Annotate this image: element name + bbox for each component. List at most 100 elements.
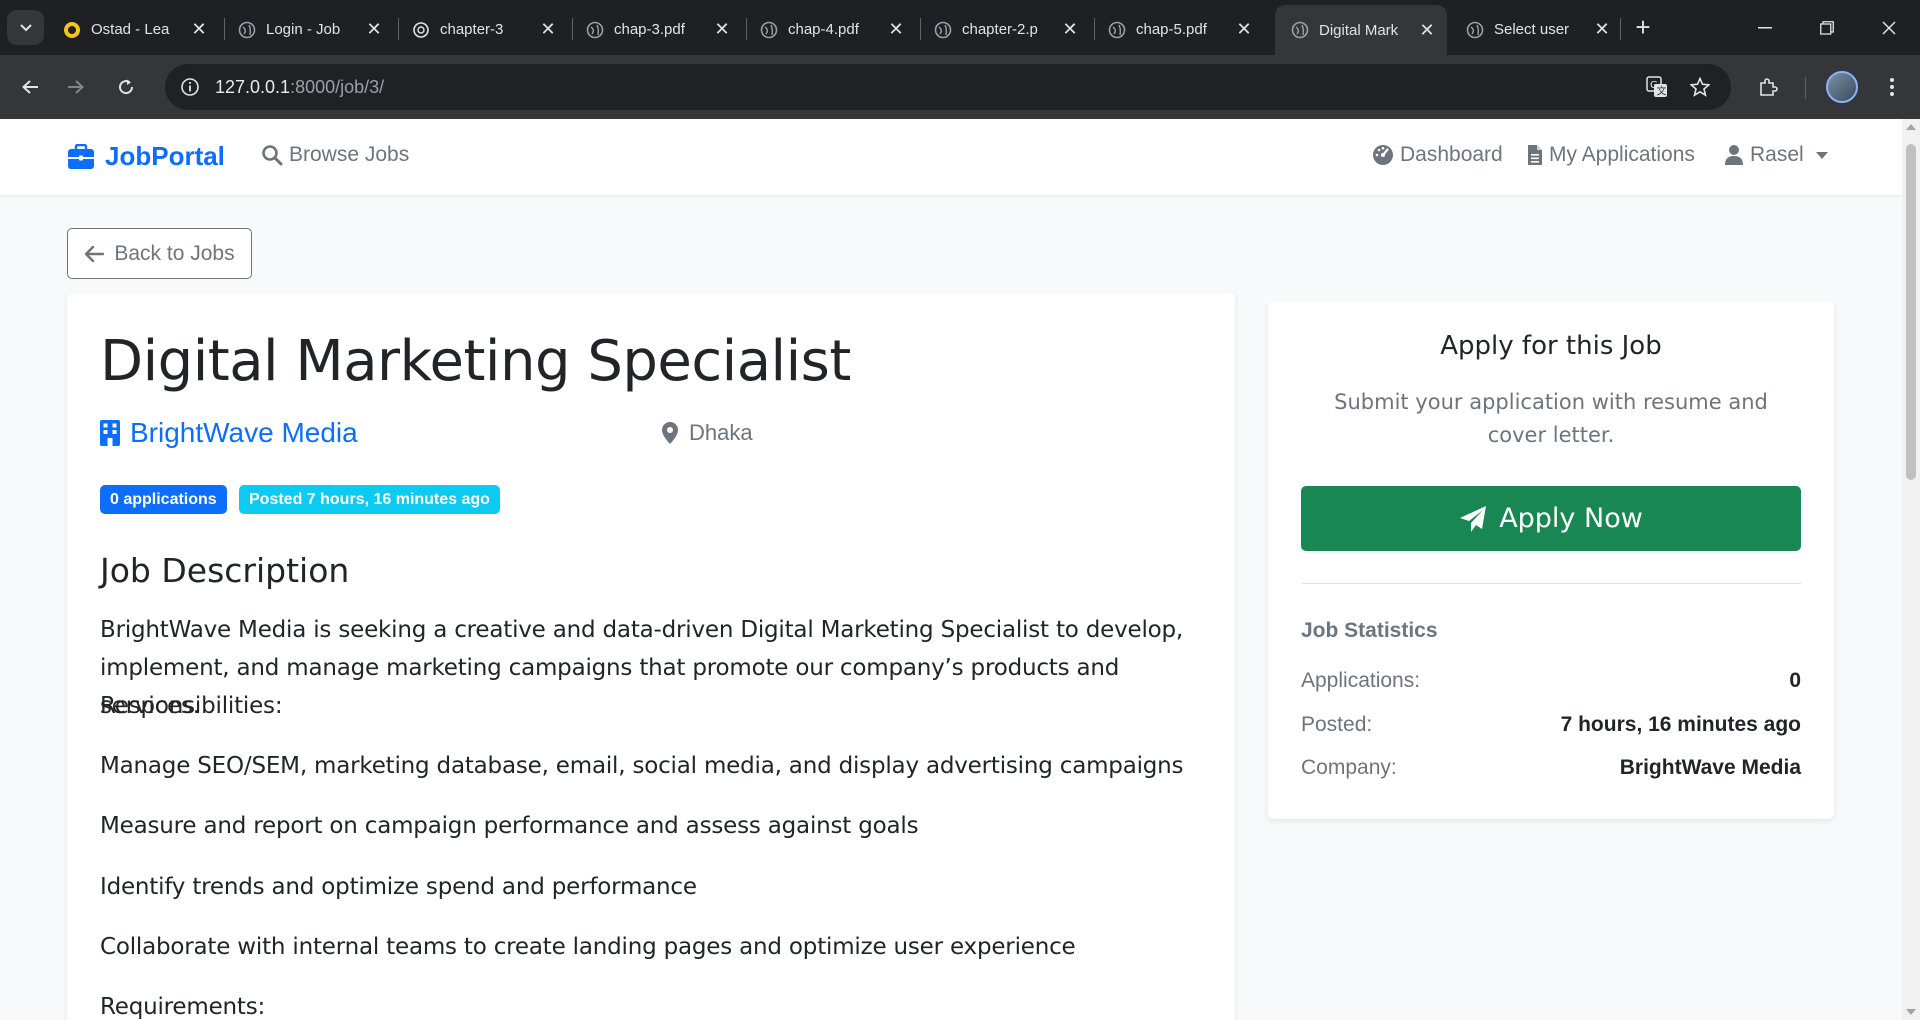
company-name: BrightWave Media	[130, 417, 358, 448]
tab-title: chap-5.pdf	[1136, 21, 1207, 38]
globe-icon	[1291, 21, 1309, 39]
openai-icon	[412, 21, 430, 39]
browser-tab[interactable]: chap-4.pdf ✕	[744, 8, 916, 51]
description-paragraph: Manage SEO/SEM, marketing database, emai…	[100, 753, 1184, 779]
briefcase-icon	[68, 143, 94, 169]
description-paragraph: Measure and report on campaign performan…	[100, 813, 919, 839]
location-label: Dhaka	[689, 420, 753, 445]
job-title: Digital Marketing Specialist	[100, 329, 851, 394]
close-tab-icon[interactable]: ✕	[1060, 19, 1080, 40]
stat-row-posted: Posted: 7 hours, 16 minutes ago	[1301, 713, 1801, 737]
tab-title: chapter-2.p	[962, 21, 1038, 38]
globe-icon	[586, 21, 604, 39]
gauge-icon	[1373, 145, 1393, 165]
apply-now-button[interactable]: Apply Now	[1301, 486, 1801, 551]
browser-tab[interactable]: chap-5.pdf ✕	[1092, 8, 1264, 51]
globe-icon	[760, 21, 778, 39]
stat-key: Applications:	[1301, 669, 1421, 692]
apply-now-label: Apply Now	[1499, 503, 1643, 534]
browser-tab[interactable]: Select user ✕	[1450, 8, 1622, 51]
map-marker-icon	[662, 422, 678, 444]
browser-tab[interactable]: Login - Job ✕	[222, 8, 394, 51]
reload-icon[interactable]	[108, 69, 144, 105]
close-tab-icon[interactable]: ✕	[712, 19, 732, 40]
browser-tab[interactable]: chapter-3 ✕	[396, 8, 568, 51]
close-window-icon[interactable]	[1858, 0, 1920, 55]
brand-name: JobPortal	[105, 141, 225, 171]
stat-value: 0	[1789, 669, 1801, 692]
job-location: Dhaka	[661, 420, 753, 446]
stat-value: 7 hours, 16 minutes ago	[1560, 713, 1801, 736]
back-arrow-icon[interactable]	[12, 69, 48, 105]
stat-key: Posted:	[1301, 713, 1373, 736]
page-scrollbar[interactable]	[1902, 119, 1920, 1020]
browser-tab-active[interactable]: Digital Mark ✕	[1275, 5, 1447, 55]
more-menu-icon[interactable]	[1874, 69, 1910, 105]
tab-title: Select user	[1494, 21, 1570, 38]
new-tab-plus-icon[interactable]: +	[1628, 12, 1658, 42]
address-bar[interactable]: 127.0.0.1:8000/job/3/ G文	[165, 64, 1731, 110]
building-icon	[100, 420, 120, 446]
description-paragraph: Responsibilities:	[100, 693, 283, 719]
translate-icon[interactable]: G文	[1642, 72, 1672, 102]
description-heading: Job Description	[100, 551, 350, 590]
close-tab-icon[interactable]: ✕	[1592, 19, 1612, 40]
description-paragraph: Requirements:	[100, 994, 266, 1020]
close-tab-icon[interactable]: ✕	[1234, 19, 1254, 40]
bookmark-star-icon[interactable]	[1685, 72, 1715, 102]
site-navbar: JobPortal Browse Jobs Dashboard My Appli…	[0, 119, 1902, 195]
close-tab-icon[interactable]: ✕	[886, 19, 906, 40]
scroll-down-arrow-icon[interactable]	[1906, 1009, 1916, 1015]
url-host: 127.0.0.1	[215, 77, 291, 97]
browser-toolbar: 127.0.0.1:8000/job/3/ G文	[0, 55, 1920, 119]
posted-badge: Posted 7 hours, 16 minutes ago	[239, 485, 500, 514]
browser-tab[interactable]: Ostad - Lea ✕	[47, 8, 219, 51]
chevron-down-icon	[19, 23, 32, 31]
file-icon	[1528, 145, 1542, 165]
stat-value: BrightWave Media	[1619, 756, 1801, 779]
company-link[interactable]: BrightWave Media	[100, 417, 358, 449]
tab-title: chapter-3	[440, 21, 504, 38]
globe-icon	[1108, 21, 1126, 39]
browser-tabstrip: Ostad - Lea ✕ Login - Job ✕ chapter-3 ✕ …	[0, 0, 1920, 55]
nav-dashboard-label: Dashboard	[1400, 143, 1503, 166]
search-icon	[262, 145, 283, 166]
paper-plane-icon	[1460, 505, 1487, 532]
url-path: :8000/job/3/	[290, 77, 385, 97]
user-icon	[1725, 145, 1743, 165]
nav-my-applications[interactable]: My Applications	[1527, 143, 1695, 167]
tab-title: chap-3.pdf	[614, 21, 685, 38]
apply-card-subtitle: Submit your application with resume and …	[1334, 390, 1768, 447]
close-tab-icon[interactable]: ✕	[538, 19, 558, 40]
tab-title: Ostad - Lea	[91, 21, 170, 38]
extensions-icon[interactable]	[1750, 69, 1786, 105]
close-tab-icon[interactable]: ✕	[1417, 20, 1437, 40]
job-detail-card: Digital Marketing Specialist BrightWave …	[67, 293, 1235, 1020]
scroll-up-arrow-icon[interactable]	[1906, 124, 1916, 130]
tab-search-button[interactable]	[7, 10, 44, 45]
globe-icon	[1466, 21, 1484, 39]
scrollbar-thumb[interactable]	[1906, 144, 1916, 480]
close-tab-icon[interactable]: ✕	[364, 19, 384, 40]
profile-avatar[interactable]	[1826, 71, 1858, 103]
nav-browse-jobs[interactable]: Browse Jobs	[261, 143, 409, 167]
forward-arrow-icon[interactable]	[58, 69, 94, 105]
tab-separator	[1620, 18, 1621, 40]
nav-dashboard[interactable]: Dashboard	[1372, 143, 1503, 167]
url-text: 127.0.0.1:8000/job/3/	[215, 77, 384, 98]
brand-logo[interactable]: JobPortal	[67, 141, 225, 172]
minimize-icon[interactable]	[1734, 0, 1796, 55]
stat-key: Company:	[1301, 756, 1397, 779]
user-menu-dropdown[interactable]: Rasel	[1724, 143, 1828, 167]
back-label: Back to Jobs	[114, 241, 235, 265]
site-info-icon[interactable]	[175, 72, 205, 102]
tab-title: chap-4.pdf	[788, 21, 859, 38]
back-to-jobs-button[interactable]: Back to Jobs	[67, 228, 252, 279]
nav-applications-label: My Applications	[1549, 143, 1695, 166]
browser-tab[interactable]: chapter-2.p ✕	[918, 8, 1090, 51]
description-paragraph: Identify trends and optimize spend and p…	[100, 874, 697, 900]
restore-icon[interactable]	[1796, 0, 1858, 55]
close-tab-icon[interactable]: ✕	[189, 19, 209, 40]
globe-icon	[934, 21, 952, 39]
browser-tab[interactable]: chap-3.pdf ✕	[570, 8, 742, 51]
